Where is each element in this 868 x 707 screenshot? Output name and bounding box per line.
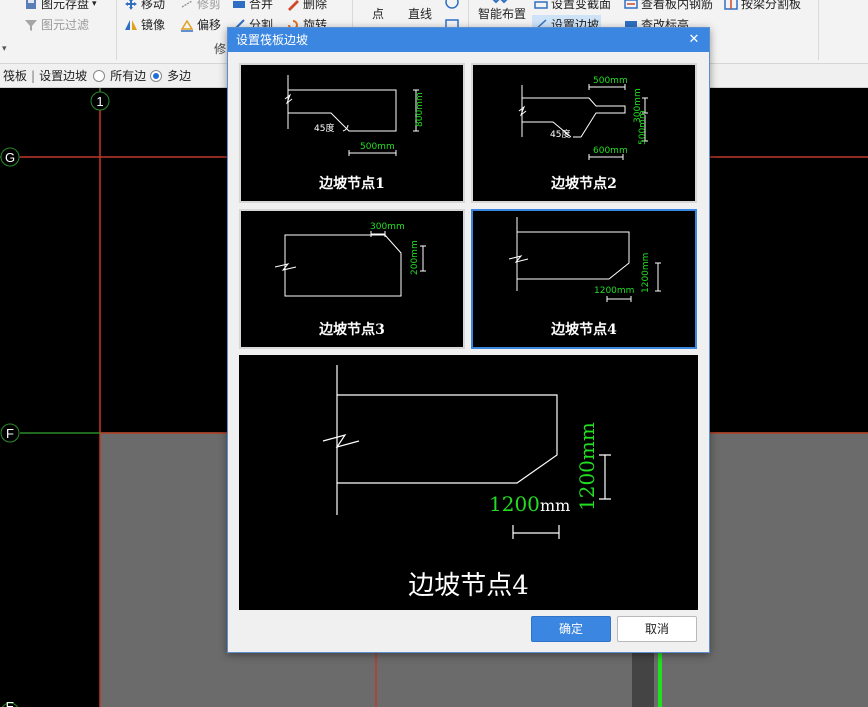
multi-edges-label[interactable]: 多边: [167, 67, 191, 84]
offset-label: 偏移: [197, 18, 222, 32]
node-1-label-width: 500mm: [360, 142, 395, 152]
command-label: 设置边坡: [39, 69, 88, 83]
section-icon: [534, 1, 548, 9]
filter-icon: [25, 20, 37, 31]
point-label: 点: [372, 7, 385, 21]
set-variable-section-label: 设置变截面: [551, 0, 612, 11]
node-2-label-top: 500mm: [593, 76, 628, 86]
rebar-icon: [624, 0, 638, 9]
smart-layout-button[interactable]: 智能布置: [478, 4, 526, 24]
node-4-name: 边坡节点4: [551, 322, 617, 338]
offset-button[interactable]: 偏移: [180, 15, 221, 35]
node-1-name: 边坡节点1: [319, 176, 385, 192]
preview-width-unit: mm: [540, 496, 570, 515]
cancel-button[interactable]: 取消: [617, 616, 697, 642]
preview-name: 边坡节点4: [408, 571, 529, 601]
merge-label: 合并: [249, 0, 274, 11]
store-element-button[interactable]: 图元存盘 ▾: [24, 0, 97, 14]
close-icon[interactable]: ✕: [687, 28, 701, 52]
slope-node-option-4[interactable]: 1200mm 1200mm 边坡节点4: [471, 209, 697, 349]
mirror-label: 镜像: [141, 18, 166, 32]
filter-element-label: 图元过滤: [41, 18, 90, 32]
merge-icon: [233, 1, 245, 8]
modify-group-label: 修: [214, 42, 227, 56]
view-rebar-button[interactable]: 查看板内钢筋: [624, 0, 713, 14]
delete-label: 删除: [303, 0, 328, 11]
option-separator: |: [31, 68, 36, 83]
delete-icon: [288, 0, 299, 11]
node-2-label-angle: 45度: [550, 128, 570, 140]
dialog-titlebar[interactable]: 设置筏板边坡 ✕: [228, 28, 709, 52]
node-4-label-width: 1200mm: [594, 286, 634, 296]
raft-slope-dialog: 设置筏板边坡 ✕ 45度 800mm 500mm 边坡节点1 500mm 300…: [227, 27, 710, 653]
trim-icon: [181, 0, 193, 8]
node-1-label-angle: 45度: [314, 122, 334, 134]
move-label: 移动: [141, 0, 166, 11]
ok-button[interactable]: 确定: [531, 616, 611, 642]
save-icon: [26, 0, 36, 9]
move-icon: [125, 0, 137, 10]
node-2-name: 边坡节点2: [551, 176, 617, 192]
multi-edges-radio[interactable]: [150, 69, 163, 82]
ribbon-divider: [818, 0, 819, 60]
set-variable-section-button[interactable]: 设置变截面: [534, 0, 611, 14]
slope-node-option-1[interactable]: 45度 800mm 500mm 边坡节点1: [239, 63, 465, 203]
filter-element-button[interactable]: 图元过滤: [24, 15, 89, 35]
ribbon-divider: [116, 0, 117, 60]
view-rebar-label: 查看板内钢筋: [641, 0, 714, 11]
node-4-label-height: 1200mm: [641, 253, 651, 293]
axis-label-e: E: [6, 699, 15, 707]
preview-width-value: 1200: [489, 492, 540, 516]
all-edges-radio[interactable]: [93, 69, 106, 82]
dialog-title: 设置筏板边坡: [236, 33, 309, 47]
smart-layout-label: 智能布置: [478, 7, 527, 21]
point-button[interactable]: 点: [372, 4, 384, 24]
split-by-beam-label: 按梁分割板: [741, 0, 802, 11]
group-expand-icon[interactable]: ▾: [2, 44, 7, 54]
mirror-button[interactable]: 镜像: [124, 15, 165, 35]
node-3-label-height: 200mm: [410, 240, 420, 275]
axis-label-f: F: [6, 426, 14, 441]
node-2-label-height: 500mm: [638, 110, 648, 145]
node-2-label-bottom: 600mm: [593, 146, 628, 156]
line-label: 直线: [408, 7, 433, 21]
trim-button[interactable]: 修剪: [180, 0, 221, 14]
split-by-beam-icon: [724, 0, 738, 10]
trim-label: 修剪: [197, 0, 222, 11]
line-button[interactable]: 直线: [408, 4, 432, 24]
merge-button[interactable]: 合并: [232, 0, 273, 14]
slope-node-option-3[interactable]: 300mm 200mm 边坡节点3: [239, 209, 465, 349]
element-type-label: 筏板: [3, 69, 28, 83]
node-1-label-height: 800mm: [415, 92, 425, 127]
column-block: [632, 653, 654, 707]
slope-node-option-2[interactable]: 500mm 300mm 500mm 45度 600mm 边坡节点2: [471, 63, 697, 203]
store-element-label: 图元存盘: [41, 0, 90, 11]
all-edges-label[interactable]: 所有边: [110, 67, 146, 84]
axis-label-1: 1: [96, 94, 103, 109]
node-3-label-width: 300mm: [370, 222, 405, 232]
axis-label-g: G: [5, 150, 15, 165]
offset-icon: [180, 19, 194, 32]
delete-button[interactable]: 删除: [286, 0, 327, 14]
arc-icon[interactable]: [444, 0, 460, 10]
slope-node-preview: 1200 mm 1200mm 边坡节点4: [239, 355, 698, 610]
preview-height-label: 1200mm: [575, 422, 599, 511]
move-button[interactable]: 移动: [124, 0, 165, 14]
node-3-name: 边坡节点3: [319, 322, 385, 338]
split-by-beam-button[interactable]: 按梁分割板: [724, 0, 801, 14]
mirror-icon: [125, 20, 137, 30]
